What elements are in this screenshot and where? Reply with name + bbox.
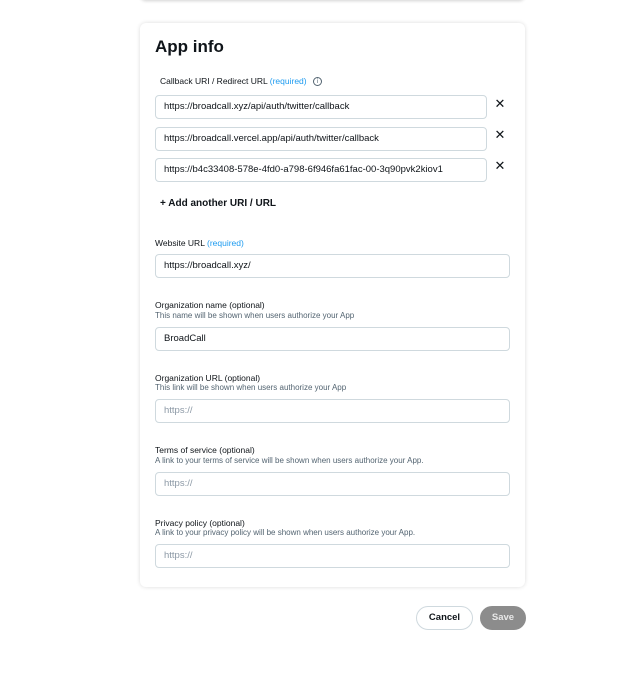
optional-tag: (optional) bbox=[229, 300, 265, 310]
terms-of-service-helper: A link to your terms of service will be … bbox=[155, 456, 424, 465]
remove-callback-url-1-close-icon[interactable]: ✕ bbox=[494, 98, 506, 112]
remove-callback-url-2-close-icon[interactable]: ✕ bbox=[494, 129, 506, 143]
organization-url-helper: This link will be shown when users autho… bbox=[155, 383, 347, 392]
privacy-policy-input[interactable]: https:// bbox=[155, 544, 510, 568]
section-title: App info bbox=[155, 37, 224, 56]
terms-of-service-input[interactable]: https:// bbox=[155, 472, 510, 496]
info-icon[interactable]: i bbox=[313, 77, 322, 87]
organization-url-label: Organization URL (optional) bbox=[155, 373, 260, 383]
add-another-url-button[interactable]: + Add another URI / URL bbox=[160, 198, 276, 209]
organization-name-label-text: Organization name bbox=[155, 300, 227, 310]
callback-url-label-text: Callback URI / Redirect URL bbox=[160, 76, 268, 86]
required-tag: (required) bbox=[269, 76, 307, 86]
website-url-input[interactable]: https://broadcall.xyz/ bbox=[155, 254, 510, 278]
optional-tag: (optional) bbox=[224, 373, 261, 383]
organization-url-label-text: Organization URL bbox=[155, 373, 223, 383]
cancel-button[interactable]: Cancel bbox=[416, 606, 473, 630]
organization-name-label: Organization name (optional) bbox=[155, 300, 265, 310]
website-url-label: Website URL (required) bbox=[155, 238, 244, 248]
organization-url-input[interactable]: https:// bbox=[155, 399, 510, 423]
organization-name-input[interactable]: BroadCall bbox=[155, 327, 510, 351]
callback-url-input-1[interactable]: https://broadcall.xyz/api/auth/twitter/c… bbox=[155, 95, 487, 119]
terms-of-service-label-text: Terms of service bbox=[155, 445, 217, 455]
organization-name-helper: This name will be shown when users autho… bbox=[155, 311, 355, 320]
callback-url-input-2[interactable]: https://broadcall.vercel.app/api/auth/tw… bbox=[155, 127, 487, 151]
privacy-policy-label-text: Privacy policy bbox=[155, 518, 207, 528]
website-url-label-text: Website URL bbox=[155, 238, 205, 248]
optional-tag: (optional) bbox=[209, 518, 245, 528]
privacy-policy-helper: A link to your privacy policy will be sh… bbox=[155, 528, 416, 537]
optional-tag: (optional) bbox=[219, 445, 255, 455]
remove-callback-url-3-close-icon[interactable]: ✕ bbox=[494, 160, 506, 174]
callback-url-label: Callback URI / Redirect URL (required) i bbox=[160, 76, 322, 87]
required-tag: (required) bbox=[206, 238, 244, 248]
terms-of-service-label: Terms of service (optional) bbox=[155, 445, 255, 455]
save-button[interactable]: Save bbox=[480, 606, 526, 630]
callback-url-input-3[interactable]: https://b4c33408-578e-4fd0-a798-6f946fa6… bbox=[155, 158, 487, 182]
app-info-card: App info Callback URI / Redirect URL (re… bbox=[140, 23, 525, 587]
privacy-policy-label: Privacy policy (optional) bbox=[155, 518, 245, 528]
